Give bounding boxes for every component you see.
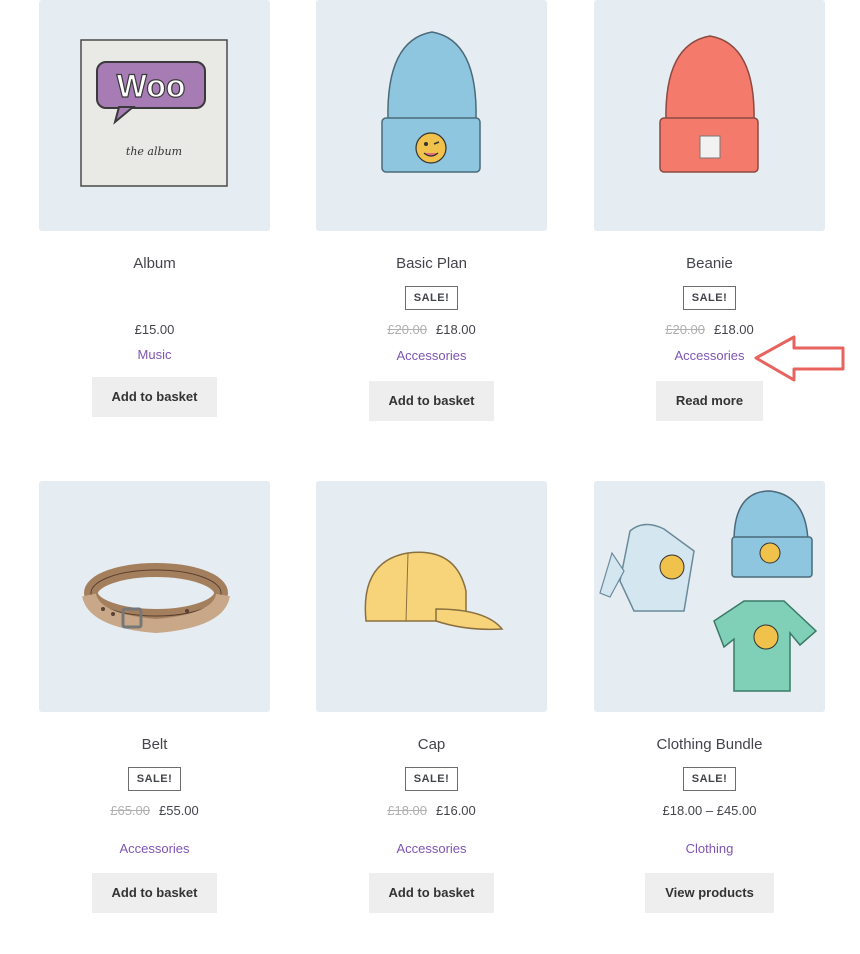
- product-category-link[interactable]: Accessories: [316, 348, 547, 364]
- red-beanie-image: [659, 35, 759, 173]
- product-card-album: Woo the album Album £15.00 Music Add to …: [39, 0, 270, 417]
- product-price: £20.00 £18.00: [316, 322, 547, 338]
- old-price: £18.00: [387, 803, 427, 818]
- old-price: £65.00: [110, 803, 150, 818]
- sale-badge: SALE!: [682, 286, 737, 310]
- product-image-album[interactable]: Woo the album: [39, 0, 270, 231]
- view-products-button[interactable]: View products: [645, 873, 774, 913]
- annotation-arrow-icon: [754, 335, 845, 382]
- product-image-clothing-bundle[interactable]: [594, 481, 825, 712]
- badge-row: SALE!: [316, 767, 547, 791]
- product-image-belt[interactable]: [39, 481, 270, 712]
- product-image-cap[interactable]: [316, 481, 547, 712]
- old-price: £20.00: [387, 322, 427, 337]
- add-to-basket-button[interactable]: Add to basket: [91, 377, 218, 417]
- current-price: £55.00: [159, 803, 199, 818]
- add-to-basket-button[interactable]: Add to basket: [91, 873, 218, 913]
- product-card-cap: Cap SALE! £18.00 £16.00 Accessories Add t…: [316, 481, 547, 913]
- product-category-link[interactable]: Clothing: [594, 841, 825, 857]
- product-title[interactable]: Basic Plan: [316, 255, 547, 273]
- product-title[interactable]: Belt: [39, 736, 270, 754]
- album-subtitle-text: the album: [126, 145, 182, 158]
- product-title[interactable]: Album: [39, 255, 270, 273]
- price-range: £18.00 – £45.00: [662, 803, 757, 818]
- current-price: £15.00: [134, 322, 175, 337]
- sale-badge: SALE!: [127, 767, 182, 791]
- product-category-link[interactable]: Accessories: [39, 841, 270, 857]
- product-price: £18.00 £16.00: [316, 803, 547, 819]
- blue-beanie-image: [381, 31, 481, 173]
- product-card-clothing-bundle: Clothing Bundle SALE! £18.00 – £45.00 Cl…: [594, 481, 825, 913]
- sale-badge: SALE!: [404, 767, 459, 791]
- product-card-belt: Belt SALE! £65.00 £55.00 Accessories Add …: [39, 481, 270, 913]
- album-logo-text: Woo: [117, 68, 186, 104]
- product-title[interactable]: Clothing Bundle: [594, 736, 825, 754]
- product-category-link[interactable]: Music: [39, 347, 270, 363]
- badge-row: SALE!: [316, 286, 547, 310]
- product-image-beanie[interactable]: [594, 0, 825, 231]
- sale-badge: SALE!: [682, 767, 737, 791]
- add-to-basket-button[interactable]: Add to basket: [368, 873, 495, 913]
- badge-row-empty: [39, 286, 270, 310]
- current-price: £16.00: [436, 803, 476, 818]
- product-card-basic-plan: Basic Plan SALE! £20.00 £18.00 Accessorie…: [316, 0, 547, 421]
- album-cover-image: Woo the album: [80, 39, 228, 187]
- clothing-bundle-image: [599, 490, 818, 692]
- current-price: £18.00: [714, 322, 754, 337]
- badge-row: SALE!: [39, 767, 270, 791]
- badge-row: SALE!: [594, 286, 825, 310]
- old-price: £20.00: [665, 322, 705, 337]
- product-price: £65.00 £55.00: [39, 803, 270, 819]
- product-price: £15.00: [39, 322, 270, 338]
- sale-badge: SALE!: [404, 286, 459, 310]
- belt-image: [82, 563, 230, 634]
- current-price: £18.00: [436, 322, 476, 337]
- product-title[interactable]: Cap: [316, 736, 547, 754]
- product-title[interactable]: Beanie: [594, 255, 825, 273]
- product-price: £18.00 – £45.00: [594, 803, 825, 819]
- cap-image: [364, 551, 504, 631]
- badge-row: SALE!: [594, 767, 825, 791]
- product-category-link[interactable]: Accessories: [316, 841, 547, 857]
- read-more-button[interactable]: Read more: [655, 381, 764, 421]
- add-to-basket-button[interactable]: Add to basket: [368, 381, 495, 421]
- product-image-basic-plan[interactable]: [316, 0, 547, 231]
